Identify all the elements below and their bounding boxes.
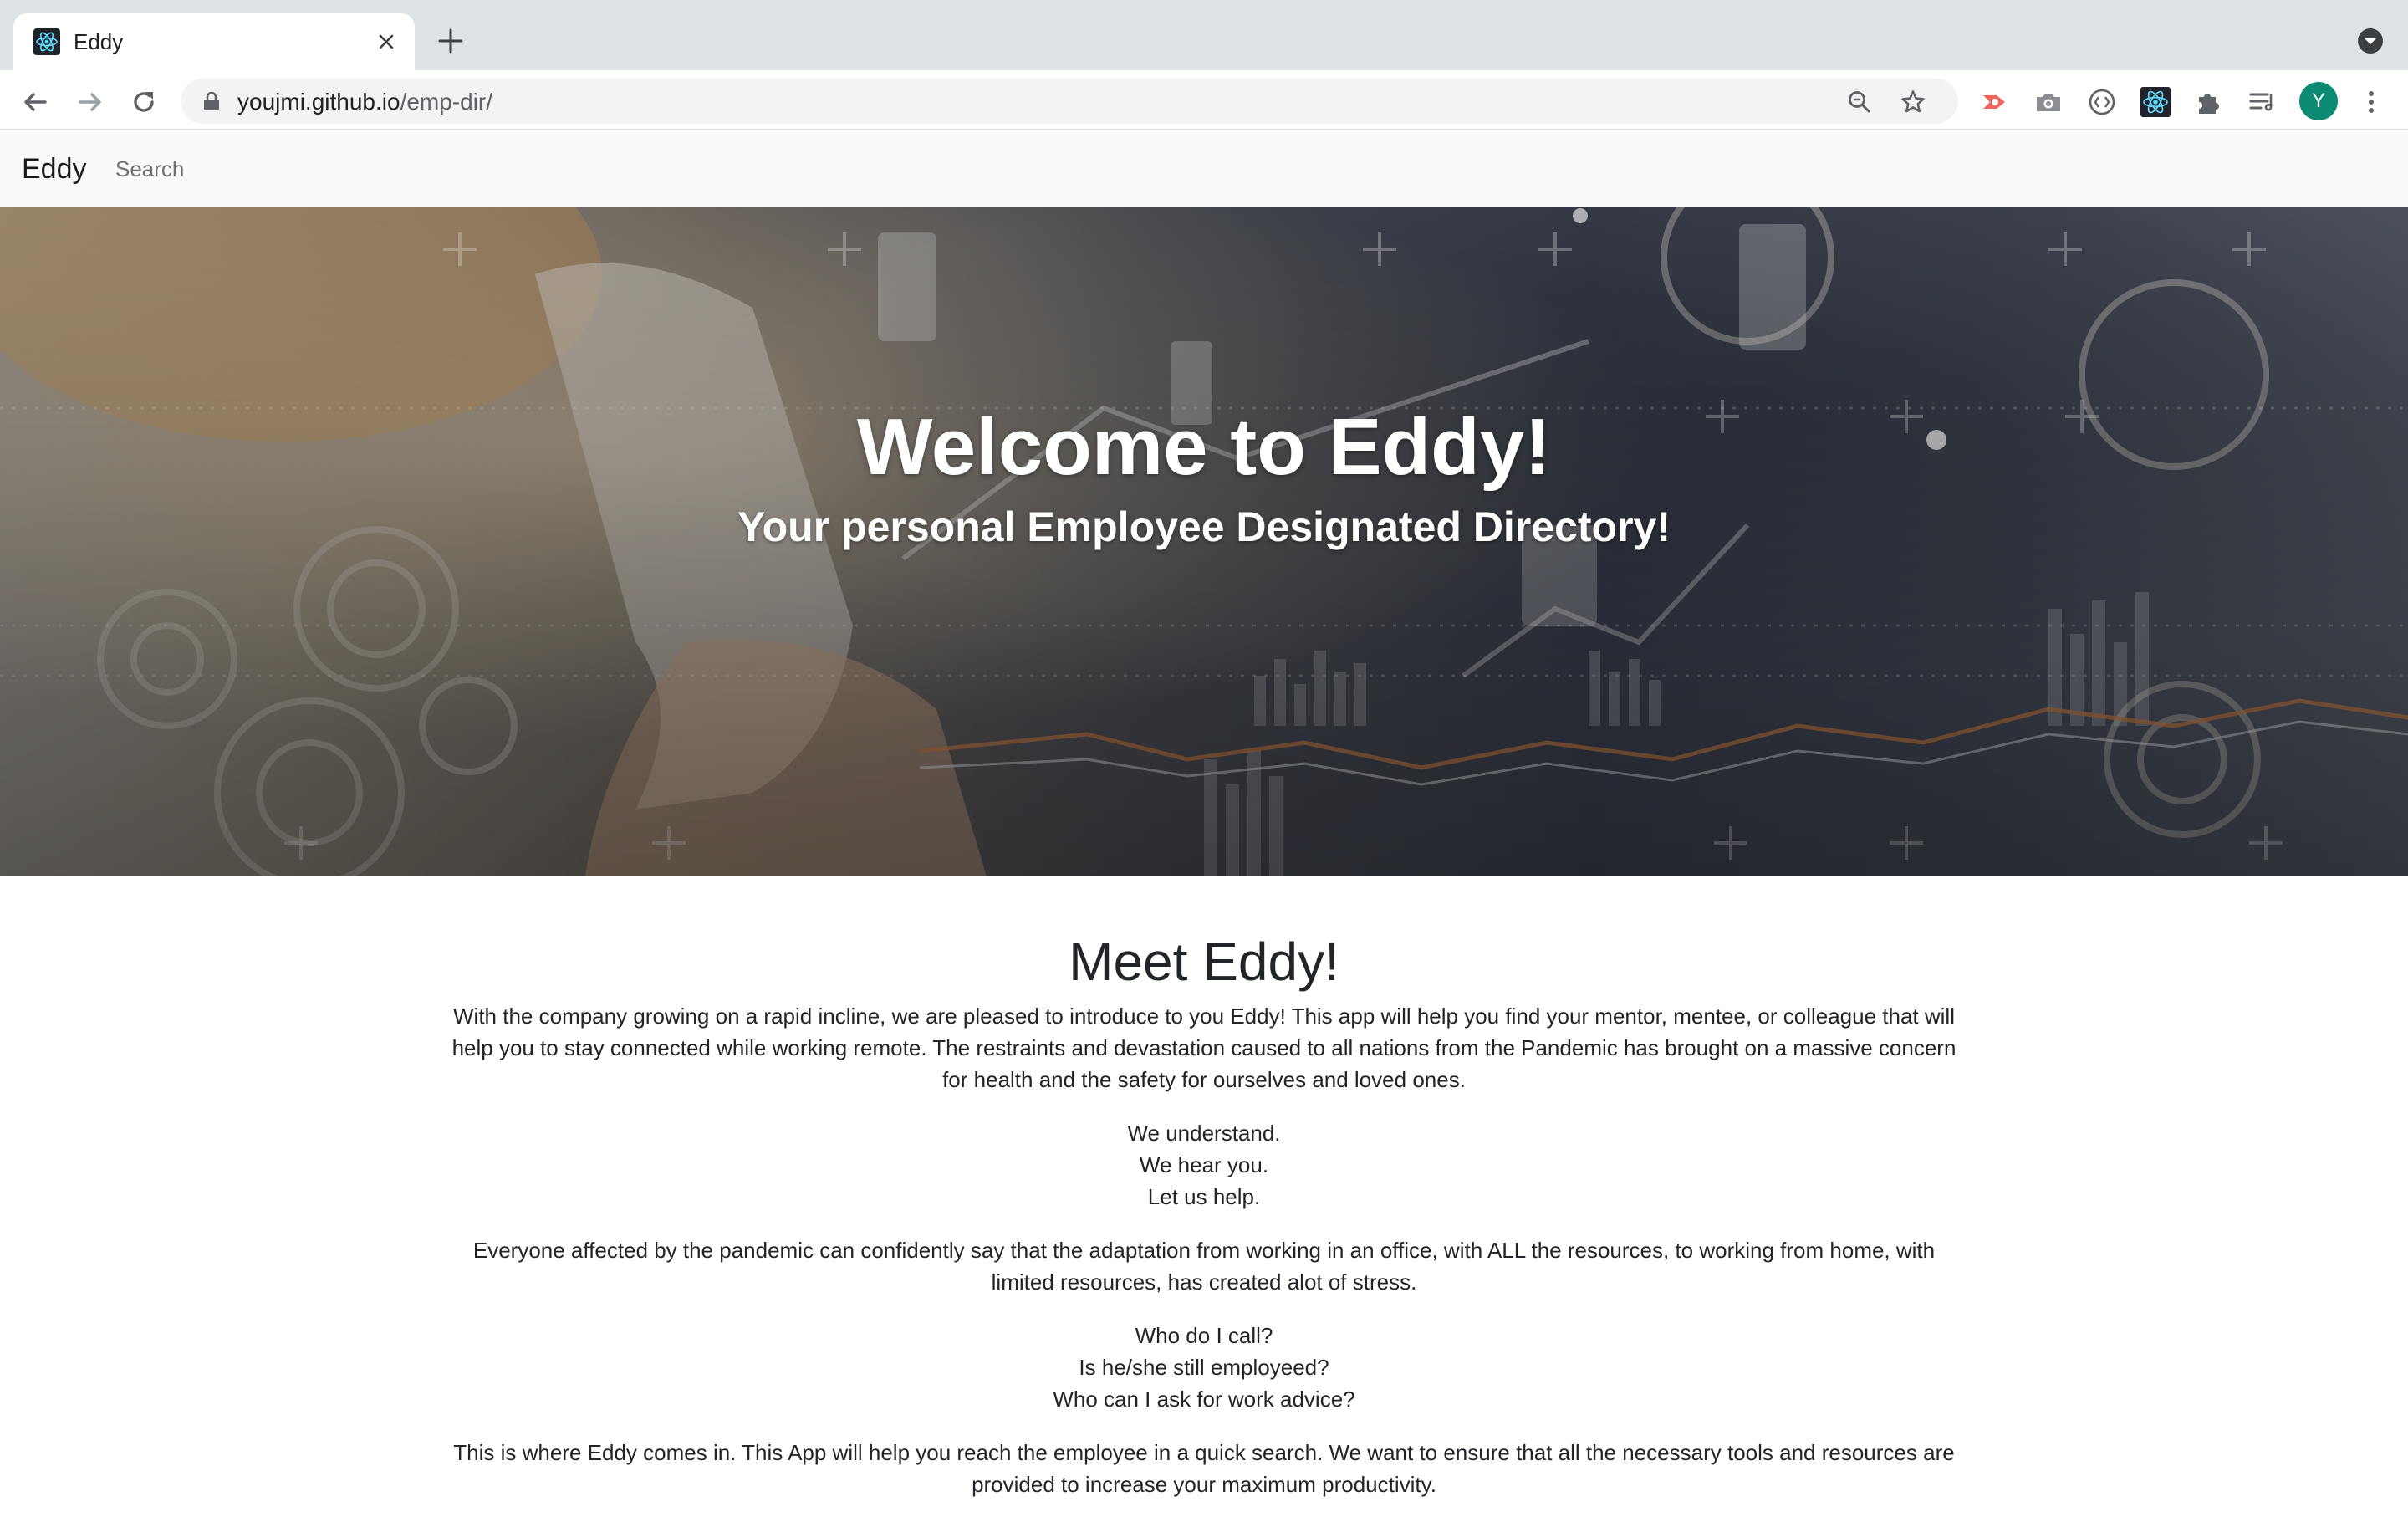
- profile-avatar[interactable]: Y: [2299, 82, 2338, 120]
- reassure-line: We understand.: [1127, 1121, 1281, 1146]
- hero-title: Welcome to Eddy!: [856, 402, 1552, 492]
- address-bar[interactable]: youjmi.github.io/emp-dir/: [181, 79, 1958, 124]
- chevron-down-icon[interactable]: [2356, 27, 2385, 55]
- app-navbar: Eddy Search: [0, 132, 2408, 207]
- hero-subtitle: Your personal Employee Designated Direct…: [737, 503, 1671, 550]
- question-line: Who can I ask for work advice?: [1053, 1387, 1355, 1412]
- question-line: Is he/she still employeed?: [1079, 1355, 1329, 1380]
- url-path: /emp-dir/: [400, 89, 493, 115]
- url-text[interactable]: youjmi.github.io/emp-dir/: [237, 89, 492, 115]
- plus-icon[interactable]: [435, 25, 467, 57]
- reload-icon[interactable]: [127, 85, 161, 119]
- screen-recorder-extension-icon[interactable]: [1978, 85, 2012, 119]
- menu-icon[interactable]: [2354, 85, 2388, 119]
- react-icon: [33, 28, 60, 55]
- url-host: youjmi.github.io: [237, 89, 400, 115]
- back-icon[interactable]: [18, 85, 52, 119]
- browser-tabstrip: Eddy: [0, 0, 2408, 70]
- reading-list-icon[interactable]: [2246, 85, 2279, 119]
- tab-title: Eddy: [74, 29, 124, 54]
- browser-toolbar: youjmi.github.io/emp-dir/ Y: [0, 70, 2408, 130]
- extensions-icon[interactable]: [2192, 85, 2226, 119]
- browser-tab[interactable]: Eddy: [13, 13, 415, 70]
- camera-icon[interactable]: [2032, 85, 2065, 119]
- zoom-icon[interactable]: [1846, 89, 1873, 115]
- question-line: Who do I call?: [1135, 1323, 1273, 1348]
- code-extension-icon[interactable]: [2085, 85, 2119, 119]
- react-devtools-icon[interactable]: [2139, 85, 2172, 119]
- nav-link-search[interactable]: Search: [115, 156, 184, 182]
- question-lines: Who do I call? Is he/she still employeed…: [452, 1320, 1956, 1415]
- section-heading: Meet Eddy!: [1069, 932, 1339, 992]
- main-content: Meet Eddy! With the company growing on a…: [452, 928, 1956, 1522]
- closing-paragraph: This is where Eddy comes in. This App wi…: [453, 1440, 1955, 1497]
- reassurance-lines: We understand. We hear you. Let us help.: [452, 1117, 1956, 1213]
- reassure-line: Let us help.: [1147, 1184, 1261, 1209]
- lock-icon[interactable]: [201, 90, 222, 112]
- intro-paragraph: With the company growing on a rapid incl…: [452, 1004, 1956, 1092]
- adaptation-paragraph: Everyone affected by the pandemic can co…: [472, 1238, 1936, 1295]
- close-icon[interactable]: [375, 30, 398, 54]
- hero-banner: Welcome to Eddy! Your personal Employee …: [0, 207, 2408, 876]
- star-icon[interactable]: [1900, 89, 1926, 115]
- forward-icon[interactable]: [74, 85, 107, 119]
- brand-link[interactable]: Eddy: [22, 152, 87, 186]
- reassure-line: We hear you.: [1139, 1152, 1269, 1177]
